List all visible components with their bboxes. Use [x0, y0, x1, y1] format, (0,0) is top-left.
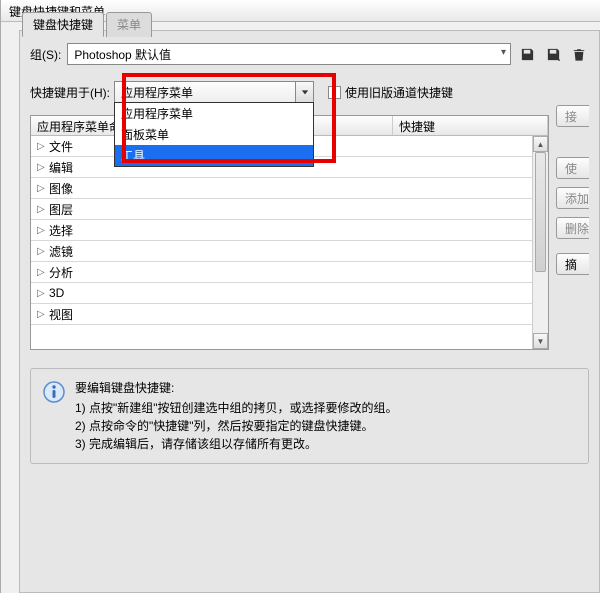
scroll-down-button[interactable]: ▼: [533, 333, 548, 349]
dropdown-option-panel-menu[interactable]: 面板菜单: [115, 124, 313, 145]
scroll-thumb[interactable]: [535, 152, 546, 272]
dropdown-option-label: 应用程序菜单: [121, 107, 193, 121]
dropdown-option-tools[interactable]: 工具: [115, 145, 313, 166]
disclosure-icon: ▷: [37, 288, 45, 299]
info-panel: 要编辑键盘快捷键: 1) 点按"新建组"按钮创建选中组的拷贝，或选择要修改的组。…: [30, 368, 589, 464]
info-line-2: 2) 点按命令的"快捷键"列，然后按要指定的键盘快捷键。: [75, 417, 398, 435]
add-shortcut-button[interactable]: 添加: [556, 187, 589, 209]
btn-label: 使: [565, 160, 577, 177]
table-row[interactable]: ▷ 3D: [31, 283, 548, 304]
save-as-icon: [546, 47, 561, 62]
tab-menus-label: 菜单: [117, 18, 141, 32]
row-label: 3D: [49, 286, 64, 300]
disclosure-icon: ▷: [37, 309, 45, 320]
btn-label: 接: [565, 108, 577, 125]
row-label: 图层: [49, 201, 73, 218]
dialog-client: 键盘快捷键 菜单 组(S): Photoshop 默认值: [19, 30, 600, 593]
tab-shortcuts[interactable]: 键盘快捷键: [22, 12, 104, 37]
info-title: 要编辑键盘快捷键:: [75, 379, 398, 397]
btn-label: 删除: [565, 220, 589, 237]
table-row[interactable]: ▷ 图层: [31, 199, 548, 220]
row-label: 图像: [49, 180, 73, 197]
trash-icon: [572, 47, 586, 62]
set-label: 组(S):: [30, 46, 61, 63]
content-area: 组(S): Photoshop 默认值 快捷键用于(H):: [20, 31, 599, 474]
chevron-down-icon: [295, 82, 313, 102]
set-row: 组(S): Photoshop 默认值: [30, 43, 589, 65]
info-line-1: 1) 点按"新建组"按钮创建选中组的拷贝，或选择要修改的组。: [75, 399, 398, 417]
info-text: 要编辑键盘快捷键: 1) 点按"新建组"按钮创建选中组的拷贝，或选择要修改的组。…: [75, 379, 398, 453]
scroll-up-button[interactable]: ▲: [533, 136, 548, 152]
row-label: 分析: [49, 264, 73, 281]
delete-shortcut-button[interactable]: 删除: [556, 217, 589, 239]
table-row[interactable]: ▷ 分析: [31, 262, 548, 283]
dialog-window: 键盘快捷键和菜单 键盘快捷键 菜单 组(S): Photoshop 默认值: [0, 0, 600, 593]
disclosure-icon: ▷: [37, 267, 45, 278]
disclosure-icon: ▷: [37, 162, 45, 173]
dropdown-option-label: 面板菜单: [121, 128, 169, 142]
table-scrollbar[interactable]: ▲ ▼: [532, 136, 548, 349]
table-row[interactable]: ▷ 视图: [31, 304, 548, 325]
info-line-3: 3) 完成编辑后，请存储该组以存储所有更改。: [75, 435, 398, 453]
summary-button[interactable]: 摘: [556, 253, 589, 275]
table-row[interactable]: ▷ 图像: [31, 178, 548, 199]
disclosure-icon: ▷: [37, 183, 45, 194]
delete-set-button[interactable]: [569, 44, 589, 64]
dropdown-option-app-menu[interactable]: 应用程序菜单: [115, 103, 313, 124]
dropdown-option-label: 工具: [121, 149, 145, 163]
side-buttons: 接 使 添加 删除 摘: [556, 105, 589, 275]
set-select[interactable]: Photoshop 默认值: [67, 43, 511, 65]
save-icon: [520, 47, 535, 62]
disclosure-icon: ▷: [37, 225, 45, 236]
save-set-button[interactable]: [517, 44, 537, 64]
table-row[interactable]: ▷ 滤镜: [31, 241, 548, 262]
disclosure-icon: ▷: [37, 204, 45, 215]
row-label: 编辑: [49, 159, 73, 176]
disclosure-icon: ▷: [37, 141, 45, 152]
legacy-label: 使用旧版通道快捷键: [345, 84, 453, 101]
shortcut-for-label: 快捷键用于(H):: [30, 84, 110, 101]
disclosure-icon: ▷: [37, 246, 45, 257]
row-label: 文件: [49, 138, 73, 155]
col-shortcut[interactable]: 快捷键: [393, 116, 548, 135]
use-default-button[interactable]: 使: [556, 157, 589, 179]
btn-label: 摘: [565, 256, 577, 273]
row-label: 视图: [49, 306, 73, 323]
shortcut-for-row: 快捷键用于(H): 应用程序菜单 应用程序菜单 面板菜单: [30, 81, 589, 103]
row-label: 滤镜: [49, 243, 73, 260]
tab-strip: 键盘快捷键 菜单: [22, 11, 154, 36]
table-row[interactable]: ▷ 选择: [31, 220, 548, 241]
row-label: 选择: [49, 222, 73, 239]
save-as-set-button[interactable]: [543, 44, 563, 64]
tab-shortcuts-label: 键盘快捷键: [33, 18, 93, 32]
shortcut-for-value: 应用程序菜单: [121, 86, 193, 100]
accept-button[interactable]: 接: [556, 105, 589, 127]
shortcut-for-dropdown-list: 应用程序菜单 面板菜单 工具: [114, 102, 314, 167]
shortcut-for-dropdown[interactable]: 应用程序菜单: [114, 81, 314, 103]
tab-menus[interactable]: 菜单: [106, 12, 152, 37]
set-value: Photoshop 默认值: [74, 48, 171, 62]
col-shortcut-label: 快捷键: [399, 120, 435, 134]
legacy-checkbox[interactable]: [328, 86, 341, 99]
btn-label: 添加: [565, 190, 589, 207]
shortcut-for-dropdown-wrap: 应用程序菜单 应用程序菜单 面板菜单 工具: [114, 81, 314, 103]
info-icon: [43, 381, 65, 403]
